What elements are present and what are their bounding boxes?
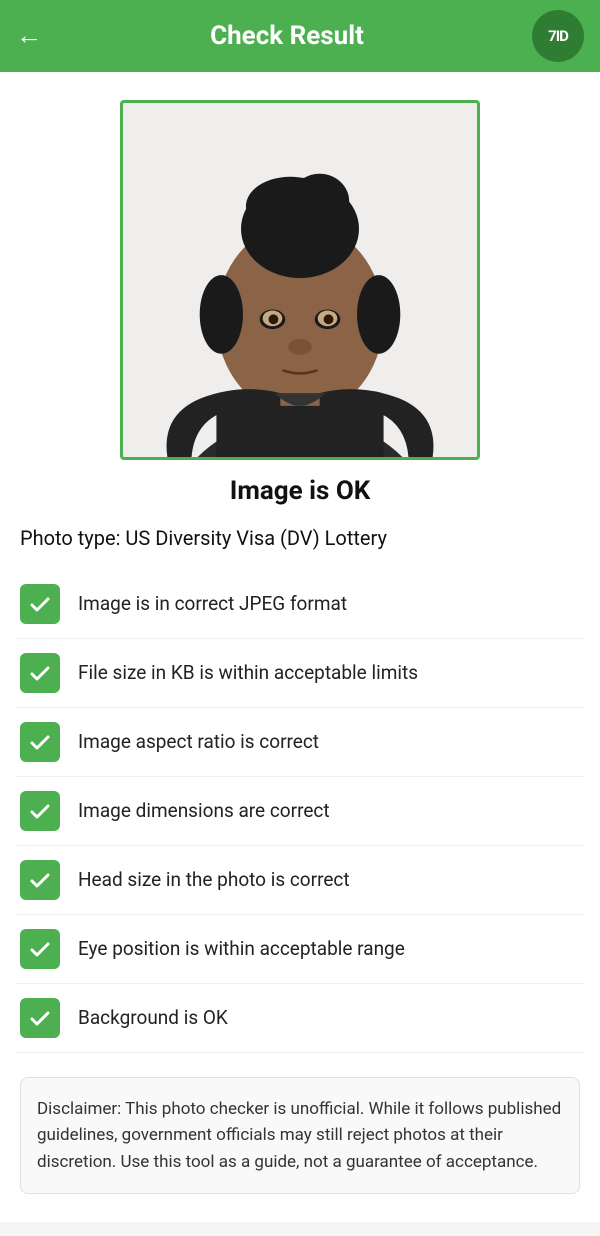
photo-container [16,100,584,460]
check-item-label: Background is OK [78,1006,228,1031]
check-icon [20,791,60,831]
check-item: Background is OK [16,984,584,1053]
back-button[interactable]: ← [16,23,42,49]
check-icon [20,860,60,900]
page-title: Check Result [42,21,532,51]
result-status: Image is OK [16,476,584,506]
check-icon [20,653,60,693]
app-logo: 7ID [532,10,584,62]
check-icon [20,929,60,969]
check-item-label: Image aspect ratio is correct [78,730,319,755]
check-item: Image is in correct JPEG format [16,570,584,639]
check-item: File size in KB is within acceptable lim… [16,639,584,708]
passport-photo [123,103,477,457]
photo-type-label: Photo type: US Diversity Visa (DV) Lotte… [16,526,584,550]
main-content: Image is OK Photo type: US Diversity Vis… [0,72,600,1222]
check-list: Image is in correct JPEG format File siz… [16,570,584,1053]
check-item-label: Head size in the photo is correct [78,868,350,893]
disclaimer-box: Disclaimer: This photo checker is unoffi… [20,1077,580,1194]
disclaimer-text: Disclaimer: This photo checker is unoffi… [37,1099,561,1172]
check-icon [20,998,60,1038]
check-item-label: Eye position is within acceptable range [78,937,405,962]
check-item-label: Image dimensions are correct [78,799,330,824]
photo-frame [120,100,480,460]
app-header: ← Check Result 7ID [0,0,600,72]
check-item: Head size in the photo is correct [16,846,584,915]
check-icon [20,722,60,762]
check-item: Eye position is within acceptable range [16,915,584,984]
check-item-label: Image is in correct JPEG format [78,592,347,617]
check-item: Image dimensions are correct [16,777,584,846]
check-item: Image aspect ratio is correct [16,708,584,777]
check-icon [20,584,60,624]
check-item-label: File size in KB is within acceptable lim… [78,661,418,686]
